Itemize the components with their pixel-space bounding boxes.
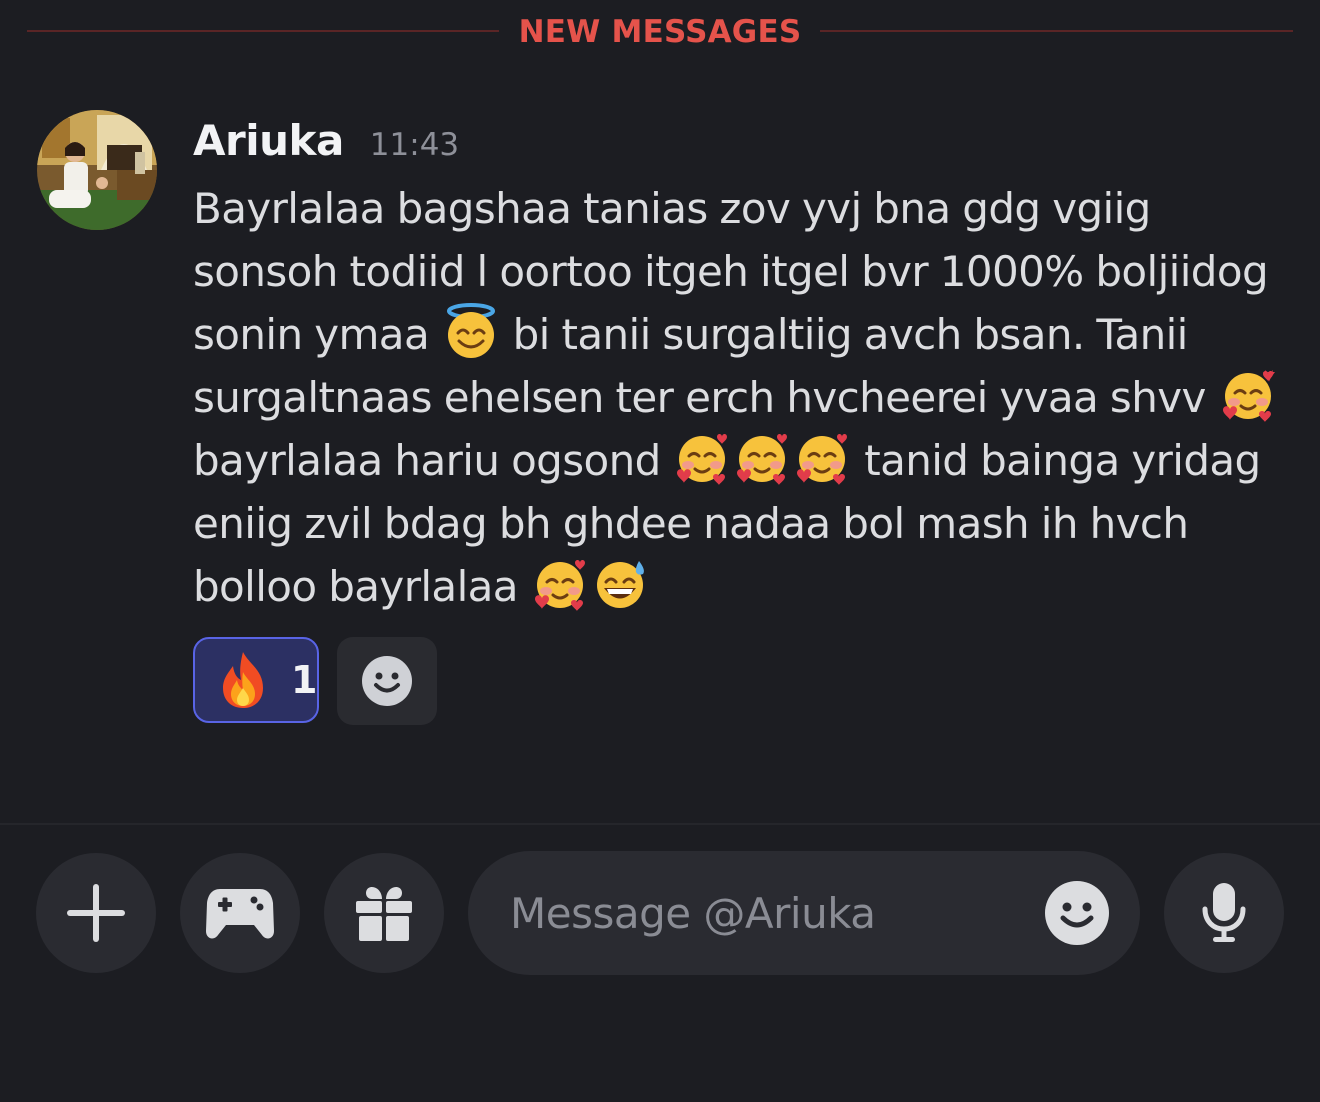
add-reaction-button[interactable] xyxy=(337,637,437,725)
new-messages-label: NEW MESSAGES xyxy=(518,14,802,50)
fire-icon xyxy=(215,650,271,710)
message-content: Bayrlalaa bagshaa tanias zov yvj bna gdg… xyxy=(193,177,1288,618)
composer-separator xyxy=(0,823,1320,825)
smiley-icon xyxy=(1045,881,1109,945)
grinning-face-with-sweat-icon xyxy=(591,555,649,613)
smiling-face-with-hearts-icon xyxy=(733,429,791,487)
activities-button[interactable] xyxy=(180,853,300,973)
smiling-face-with-hearts-icon xyxy=(1219,366,1277,424)
gamepad-icon xyxy=(206,889,274,939)
message-header: Ariuka 11:43 xyxy=(193,116,459,172)
smiling-face-with-halo-icon xyxy=(442,303,500,361)
message-input[interactable] xyxy=(510,881,1030,945)
attach-button[interactable] xyxy=(36,853,156,973)
reaction-fire[interactable]: 1 xyxy=(193,637,319,723)
message-timestamp: 11:43 xyxy=(369,127,460,163)
voice-message-button[interactable] xyxy=(1164,853,1284,973)
smiley-icon xyxy=(362,656,412,706)
message-composer xyxy=(468,851,1140,975)
microphone-icon xyxy=(1202,883,1246,942)
new-messages-divider-right xyxy=(820,30,1293,32)
smiling-face-with-hearts-icon xyxy=(793,429,851,487)
author-name[interactable]: Ariuka xyxy=(193,116,344,165)
smiling-face-with-hearts-icon xyxy=(673,429,731,487)
dm-chat-screen: NEW MESSAGES Ariuka 11:43 Bayrlalaa bags… xyxy=(0,0,1320,1102)
plus-icon xyxy=(67,884,125,942)
new-messages-divider-left xyxy=(27,30,499,32)
avatar[interactable] xyxy=(37,110,157,230)
emoji-picker-button[interactable] xyxy=(1044,880,1110,946)
message-text-3: bayrlalaa hariu ogsond xyxy=(193,436,673,485)
smiling-face-with-hearts-icon xyxy=(531,555,589,613)
gift-icon xyxy=(356,887,412,941)
reaction-count: 1 xyxy=(291,658,318,702)
gift-button[interactable] xyxy=(324,853,444,973)
